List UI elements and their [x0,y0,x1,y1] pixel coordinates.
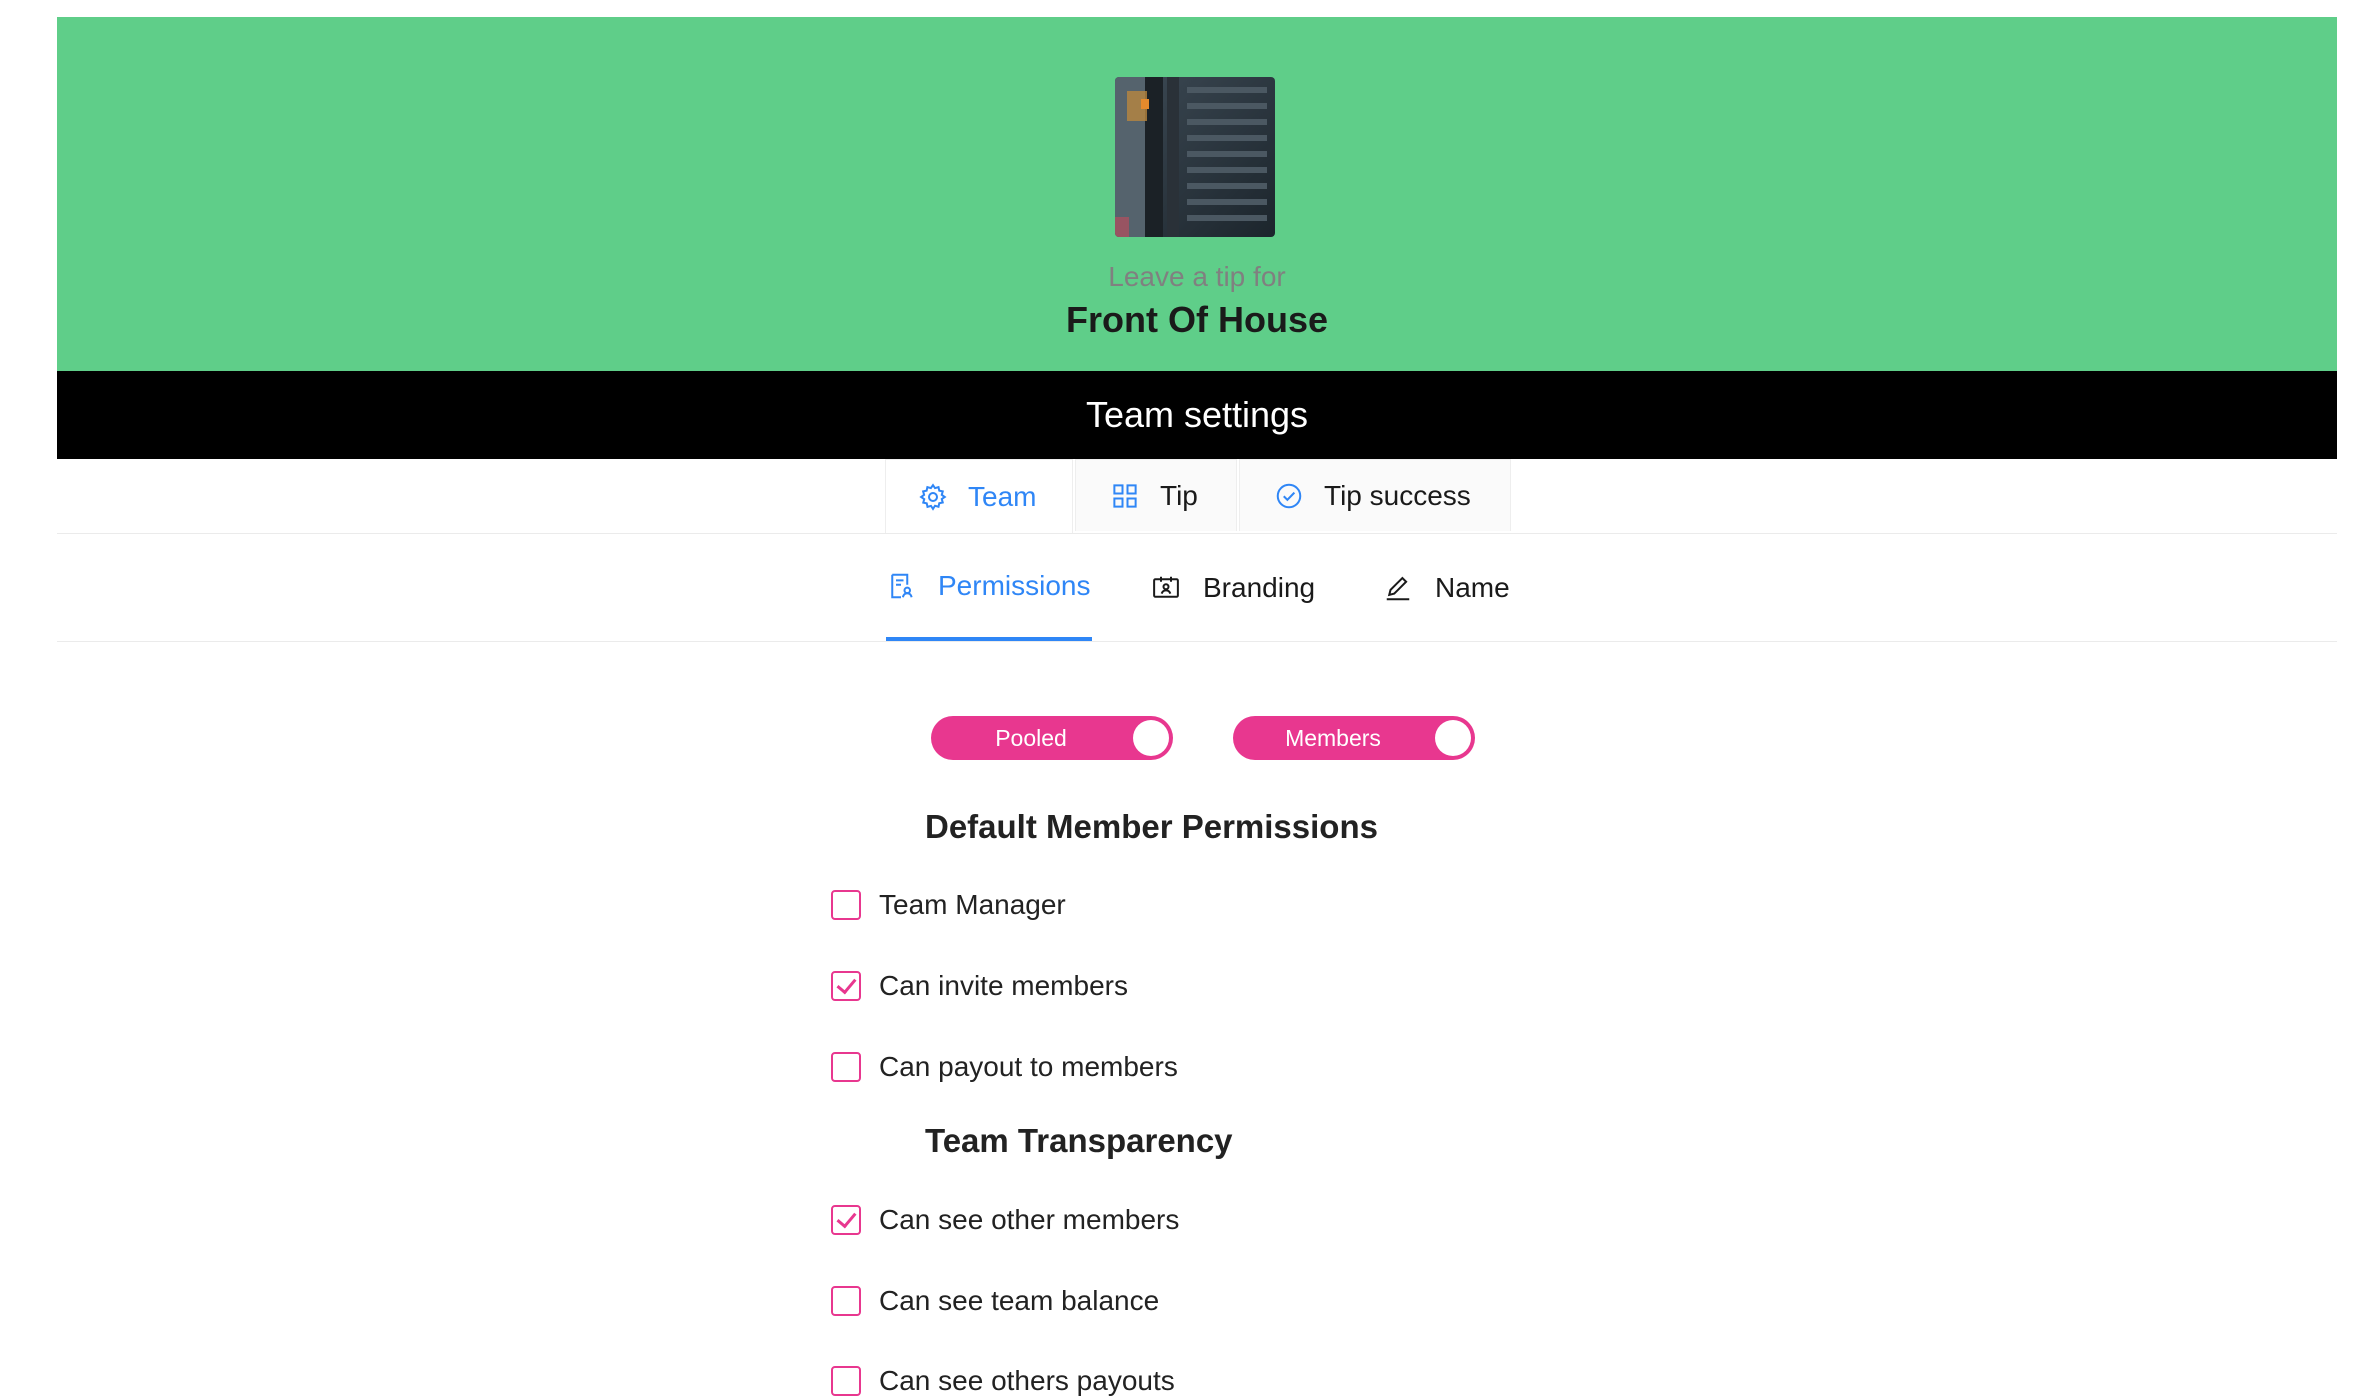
subtab-name-label: Name [1435,571,1510,603]
check-can-see-team-balance[interactable]: Can see team balance [831,1285,1159,1317]
pooled-toggle[interactable]: Pooled [931,716,1173,760]
checkbox[interactable] [831,971,861,1001]
check-can-see-others-payouts[interactable]: Can see others payouts [831,1365,1175,1397]
checkbox[interactable] [831,1366,861,1396]
page: Leave a tip for Front Of House Team sett… [57,17,2337,642]
tab-team-label: Team [968,480,1037,512]
team-photo [1115,77,1275,237]
team-transparency-title: Team Transparency [925,1122,1233,1159]
subtab-branding-label: Branding [1203,571,1316,603]
pooled-toggle-label: Pooled [995,725,1067,751]
id-card-icon [1153,576,1179,598]
check-label: Team Manager [879,889,1066,920]
checkbox[interactable] [831,1205,861,1235]
check-label: Can see others payouts [879,1365,1175,1396]
members-toggle[interactable]: Members [1233,716,1475,760]
toggle-knob [1133,720,1169,756]
check-team-manager[interactable]: Team Manager [831,889,1066,921]
default-permissions-title: Default Member Permissions [925,808,1378,845]
check-can-payout-to-members[interactable]: Can payout to members [831,1051,1178,1083]
check-label: Can invite members [879,970,1128,1001]
team-name: Front Of House [1066,299,1328,340]
tab-tip[interactable]: Tip [1075,459,1237,531]
toggle-knob [1435,720,1471,756]
team-header: Leave a tip for Front Of House [57,17,2337,371]
settings-banner: Team settings [57,371,2337,459]
grid-icon [1113,483,1137,508]
members-toggle-label: Members [1285,725,1381,751]
primary-tabs: Team Tip Tip success [57,459,2337,534]
checkbox[interactable] [831,890,861,920]
tab-tip-success[interactable]: Tip success [1239,459,1511,531]
tab-tip-success-label: Tip success [1324,479,1471,511]
checkbox[interactable] [831,1286,861,1316]
header-subtitle: Leave a tip for [1108,261,1286,292]
check-circle-icon [1276,483,1302,508]
tab-tip-label: Tip [1160,479,1198,511]
check-label: Can see team balance [879,1285,1160,1316]
check-label: Can see other members [879,1204,1180,1235]
checkbox[interactable] [831,1052,861,1082]
check-label: Can payout to members [879,1051,1178,1082]
team-avatar [1115,77,1275,237]
check-can-see-other-members[interactable]: Can see other members [831,1204,1179,1236]
subtab-name[interactable]: Name [1383,534,1523,641]
check-can-invite-members[interactable]: Can invite members [831,970,1128,1002]
subtab-permissions[interactable]: Permissions [886,534,1092,641]
permissions-icon [891,573,913,598]
edit-icon [1386,576,1410,600]
subtab-permissions-label: Permissions [938,569,1091,601]
gear-icon [919,482,947,511]
subtab-branding[interactable]: Branding [1151,534,1331,641]
secondary-tabs: Permissions Branding Name [57,534,2337,642]
tab-team[interactable]: Team [885,459,1073,533]
